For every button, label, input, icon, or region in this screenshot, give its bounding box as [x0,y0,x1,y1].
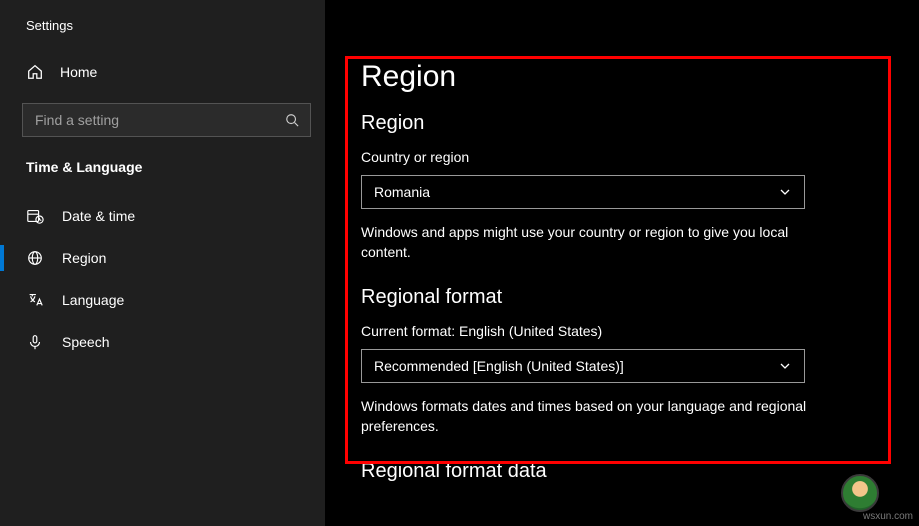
regional-format-data-section-title: Regional format data [361,460,889,483]
nav-item-label: Region [62,250,106,266]
search-box[interactable] [22,103,311,137]
page-title: Region [361,60,889,94]
sidebar: Settings Home Time & Language D [0,0,325,526]
chevron-down-icon [778,359,792,373]
search-icon [284,112,300,128]
globe-icon [26,249,44,267]
nav-item-date-time[interactable]: Date & time [0,195,325,237]
nav-item-label: Speech [62,334,109,350]
regional-format-description: Windows formats dates and times based on… [361,397,821,436]
chevron-down-icon [778,185,792,199]
watermark: wsxun.com [863,511,913,522]
home-icon [26,63,44,81]
nav-item-speech[interactable]: Speech [0,321,325,363]
nav-item-language[interactable]: Language [0,279,325,321]
nav-item-label: Language [62,292,124,308]
calendar-clock-icon [26,207,44,225]
nav-home-label: Home [60,64,97,80]
current-format-label: Current format: English (United States) [361,323,889,339]
nav-item-region[interactable]: Region [0,237,325,279]
language-icon [26,291,44,309]
regional-format-dropdown[interactable]: Recommended [English (United States)] [361,349,805,383]
regional-format-selected: Recommended [English (United States)] [374,358,624,374]
search-input[interactable] [35,112,284,128]
microphone-icon [26,333,44,351]
region-description: Windows and apps might use your country … [361,223,821,262]
nav-item-label: Date & time [62,208,135,224]
app-title: Settings [0,18,325,55]
category-title: Time & Language [0,155,325,195]
region-section-title: Region [361,112,889,135]
country-region-selected: Romania [374,184,430,200]
nav-home[interactable]: Home [0,55,325,89]
country-region-label: Country or region [361,149,889,165]
regional-format-section-title: Regional format [361,286,889,309]
main-content: Region Region Country or region Romania … [325,0,919,526]
country-region-dropdown[interactable]: Romania [361,175,805,209]
